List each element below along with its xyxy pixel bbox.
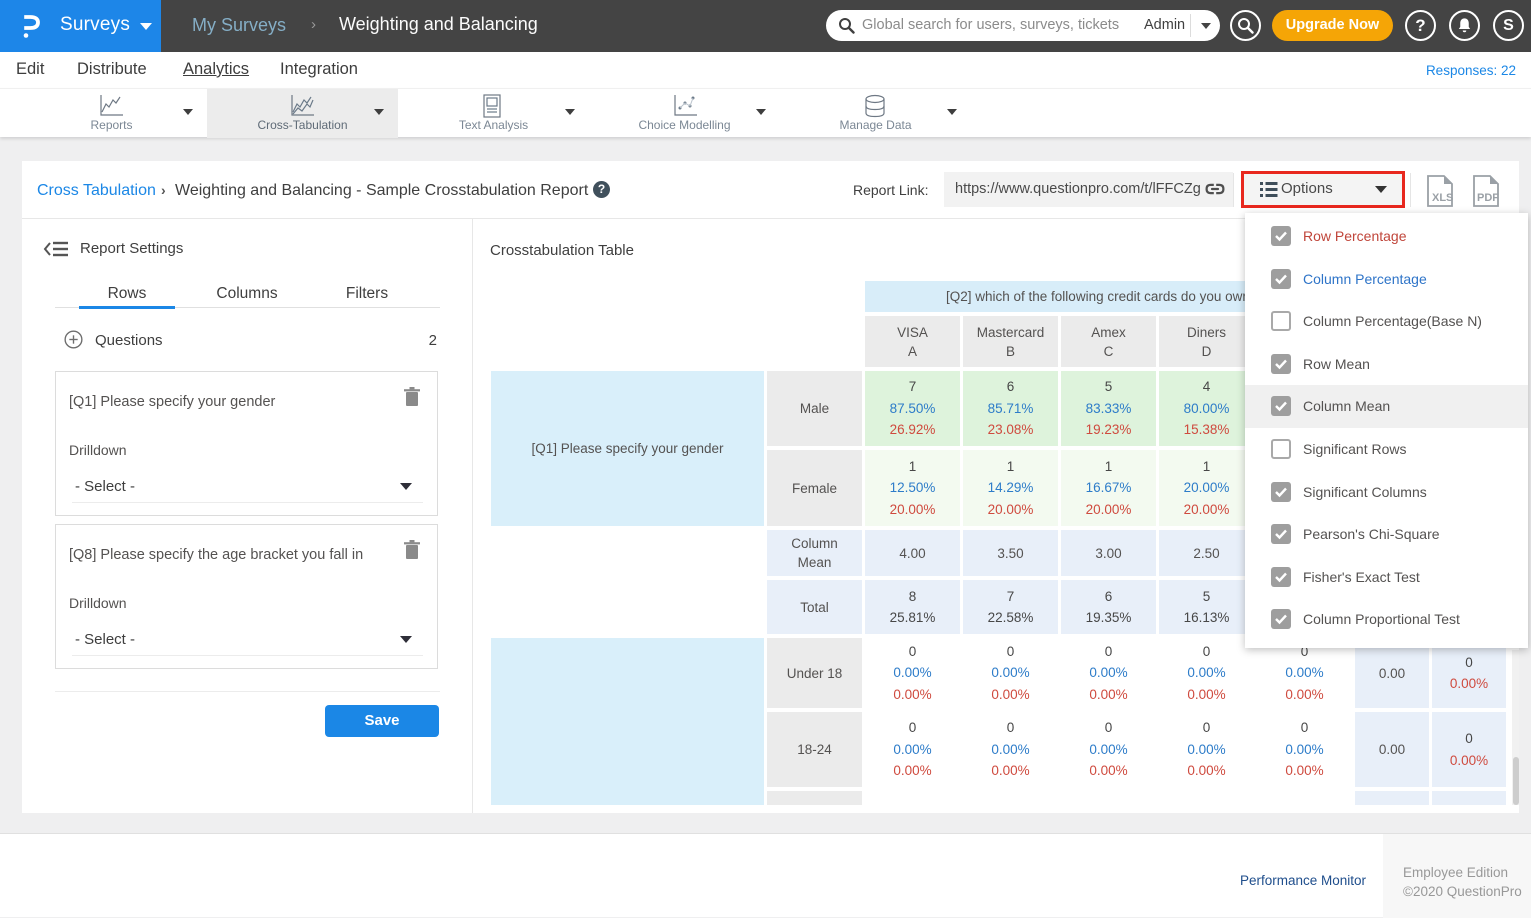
svg-text:XLS: XLS bbox=[1432, 192, 1453, 204]
svg-text:PDF: PDF bbox=[1477, 192, 1499, 204]
